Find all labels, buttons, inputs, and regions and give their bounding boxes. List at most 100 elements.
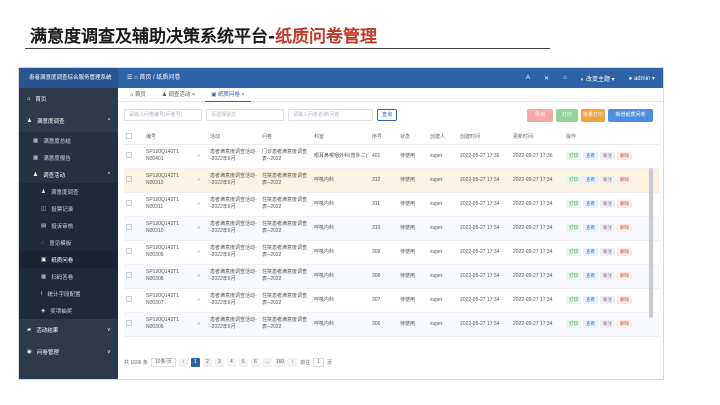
page-size-select[interactable]: 10条/页: [150, 358, 176, 367]
row-note-button[interactable]: 备注: [600, 272, 615, 280]
batch-print-button[interactable]: 批量打印: [581, 109, 605, 122]
row-checkbox[interactable]: [126, 175, 132, 182]
row-delete-button[interactable]: 删除: [617, 224, 632, 232]
row-delete-button[interactable]: 删除: [617, 248, 632, 256]
row-checkbox[interactable]: [126, 295, 132, 302]
page-number-button[interactable]: 4: [226, 358, 236, 367]
table-row[interactable]: SP120Q142T1 N00309 › 患者满意度调查活动--2022年6月 住院患…: [124, 240, 659, 265]
keyword-input[interactable]: 请输入问卷名称/问卷: [288, 109, 373, 121]
tab-activity[interactable]: ♟ 调查活动 ×: [156, 88, 201, 102]
home-shortcut-icon[interactable]: ⌂: [563, 75, 567, 81]
chevron-right-icon[interactable]: ›: [198, 201, 200, 207]
fullscreen-icon[interactable]: ✕: [544, 75, 549, 82]
row-note-button[interactable]: 备注: [600, 296, 615, 304]
export-button[interactable]: 导出: [527, 109, 553, 122]
page-number-button[interactable]: 3: [214, 358, 224, 367]
chevron-right-icon[interactable]: ›: [198, 249, 200, 255]
row-note-button[interactable]: 备注: [600, 152, 615, 160]
row-view-button[interactable]: 查看: [583, 176, 598, 184]
print-button[interactable]: 打印: [556, 109, 578, 122]
sidebar-item-templates[interactable]: ◌ 意见模板: [19, 234, 118, 251]
table-row[interactable]: SP120Q142T1 N00306 › 患者满意度调查活动--2022年6月 住院患…: [124, 312, 659, 337]
row-delete-button[interactable]: 删除: [617, 200, 632, 208]
tab-paper[interactable]: ▣ 纸质问卷 ×: [205, 88, 251, 102]
search-button[interactable]: 查询: [377, 109, 397, 121]
sidebar-item-home[interactable]: ⌂ 首页: [19, 88, 118, 110]
row-note-button[interactable]: 备注: [600, 248, 615, 256]
row-delete-button[interactable]: 删除: [617, 296, 632, 304]
row-note-button[interactable]: 备注: [600, 176, 615, 184]
sidebar-item-lottery[interactable]: ◈ 奖项抽奖: [19, 302, 118, 319]
row-delete-button[interactable]: 删除: [617, 152, 632, 160]
row-view-button[interactable]: 查看: [583, 152, 598, 160]
sidebar-item-paper[interactable]: ▣ 纸质问卷: [19, 251, 118, 268]
row-delete-button[interactable]: 删除: [617, 272, 632, 280]
sidebar-item-results[interactable]: ▰ 活动结果 v: [19, 319, 118, 341]
code-input[interactable]: 请输入问卷编号(问卷号): [124, 109, 202, 121]
row-delete-button[interactable]: 删除: [617, 320, 632, 328]
row-note-button[interactable]: 备注: [600, 224, 615, 232]
row-view-button[interactable]: 查看: [583, 200, 598, 208]
row-print-button[interactable]: 打印: [566, 248, 581, 256]
row-view-button[interactable]: 查看: [583, 320, 598, 328]
sidebar-item-summary[interactable]: ▦ 满意度总结: [19, 132, 118, 149]
row-checkbox[interactable]: [126, 199, 132, 206]
row-checkbox[interactable]: [126, 247, 132, 254]
row-print-button[interactable]: 打印: [566, 200, 581, 208]
sidebar-item-activity[interactable]: ♟ 调查活动 ^: [19, 166, 118, 183]
row-note-button[interactable]: 备注: [600, 320, 615, 328]
page-number-button[interactable]: 2: [202, 358, 212, 367]
page-number-button[interactable]: ...: [262, 358, 272, 367]
row-checkbox[interactable]: [126, 319, 132, 326]
chevron-right-icon[interactable]: ›: [198, 273, 200, 279]
row-print-button[interactable]: 打印: [566, 272, 581, 280]
tab-home[interactable]: ⌂ 首页: [124, 88, 152, 102]
chevron-right-icon[interactable]: ›: [198, 153, 200, 159]
row-checkbox[interactable]: [126, 271, 132, 278]
row-view-button[interactable]: 查看: [583, 224, 598, 232]
sidebar-item-survey[interactable]: ♟ 满意度调查 ^: [19, 110, 118, 132]
page-number-button[interactable]: 160: [274, 358, 286, 367]
table-row[interactable]: SP120Q142T1 N00311 › 患者满意度调查活动--2022年6月 住院患…: [124, 192, 659, 217]
row-view-button[interactable]: 查看: [583, 248, 598, 256]
row-print-button[interactable]: 打印: [566, 320, 581, 328]
page-number-button[interactable]: 1: [190, 358, 200, 367]
row-print-button[interactable]: 打印: [566, 224, 581, 232]
sidebar-item-report[interactable]: ▦ 满意度报告: [19, 149, 118, 166]
page-number-button[interactable]: 6: [250, 358, 260, 367]
next-page-button[interactable]: ›: [288, 358, 298, 367]
row-print-button[interactable]: 打印: [566, 152, 581, 160]
chevron-right-icon[interactable]: ›: [198, 297, 200, 303]
sidebar-item-survey-task[interactable]: ♟ 满意度调查: [19, 183, 118, 200]
status-select[interactable]: 请选择状态: [206, 109, 284, 121]
font-size-icon[interactable]: A: [526, 75, 530, 81]
table-row[interactable]: SP120Q140T1 N00401 › 患者满意度调查活动--2022年6月 门诊患…: [124, 144, 659, 169]
chevron-right-icon[interactable]: ›: [198, 321, 200, 327]
sidebar-item-complaints[interactable]: ▤ 投诉审核: [19, 217, 118, 234]
menu-toggle-icon[interactable]: ☰: [127, 75, 132, 81]
table-row[interactable]: SP120Q142T1 N00312 › 患者满意度调查活动--2022年6月 住院患…: [124, 168, 659, 193]
goto-page-input[interactable]: 1: [313, 358, 324, 367]
sidebar-item-questionnaire[interactable]: ◉ 问卷管理 v: [19, 341, 118, 363]
row-print-button[interactable]: 打印: [566, 176, 581, 184]
table-row[interactable]: SP120Q142T1 N00310 › 患者满意度调查活动--2022年6月 住院患…: [124, 216, 659, 241]
table-row[interactable]: SP120Q142T1 N00308 › 患者满意度调查活动--2022年6月 住院患…: [124, 264, 659, 289]
row-checkbox[interactable]: [126, 223, 132, 230]
chevron-right-icon[interactable]: ›: [198, 177, 200, 183]
row-print-button[interactable]: 打印: [566, 296, 581, 304]
chevron-right-icon[interactable]: ›: [198, 225, 200, 231]
prev-page-button[interactable]: ‹: [178, 358, 188, 367]
select-all-checkbox[interactable]: [126, 132, 132, 139]
sidebar-item-votes[interactable]: ◫ 投票记录: [19, 200, 118, 217]
sidebar-item-scan[interactable]: ▦ 扫码答卷: [19, 268, 118, 285]
row-checkbox[interactable]: [126, 151, 132, 158]
sidebar-item-fields[interactable]: ⅰ 统计字段配置: [19, 285, 118, 302]
row-delete-button[interactable]: 删除: [617, 176, 632, 184]
row-view-button[interactable]: 查看: [583, 296, 598, 304]
theme-switch[interactable]: ◐ 改变主题 ▾: [581, 74, 615, 83]
table-scrollbar[interactable]: [649, 168, 653, 318]
row-view-button[interactable]: 查看: [583, 272, 598, 280]
row-note-button[interactable]: 备注: [600, 200, 615, 208]
breadcrumb-home[interactable]: 首页: [139, 75, 151, 81]
table-row[interactable]: SP120Q142T1 N00307 › 患者满意度调查活动--2022年6月 住院患…: [124, 288, 659, 313]
